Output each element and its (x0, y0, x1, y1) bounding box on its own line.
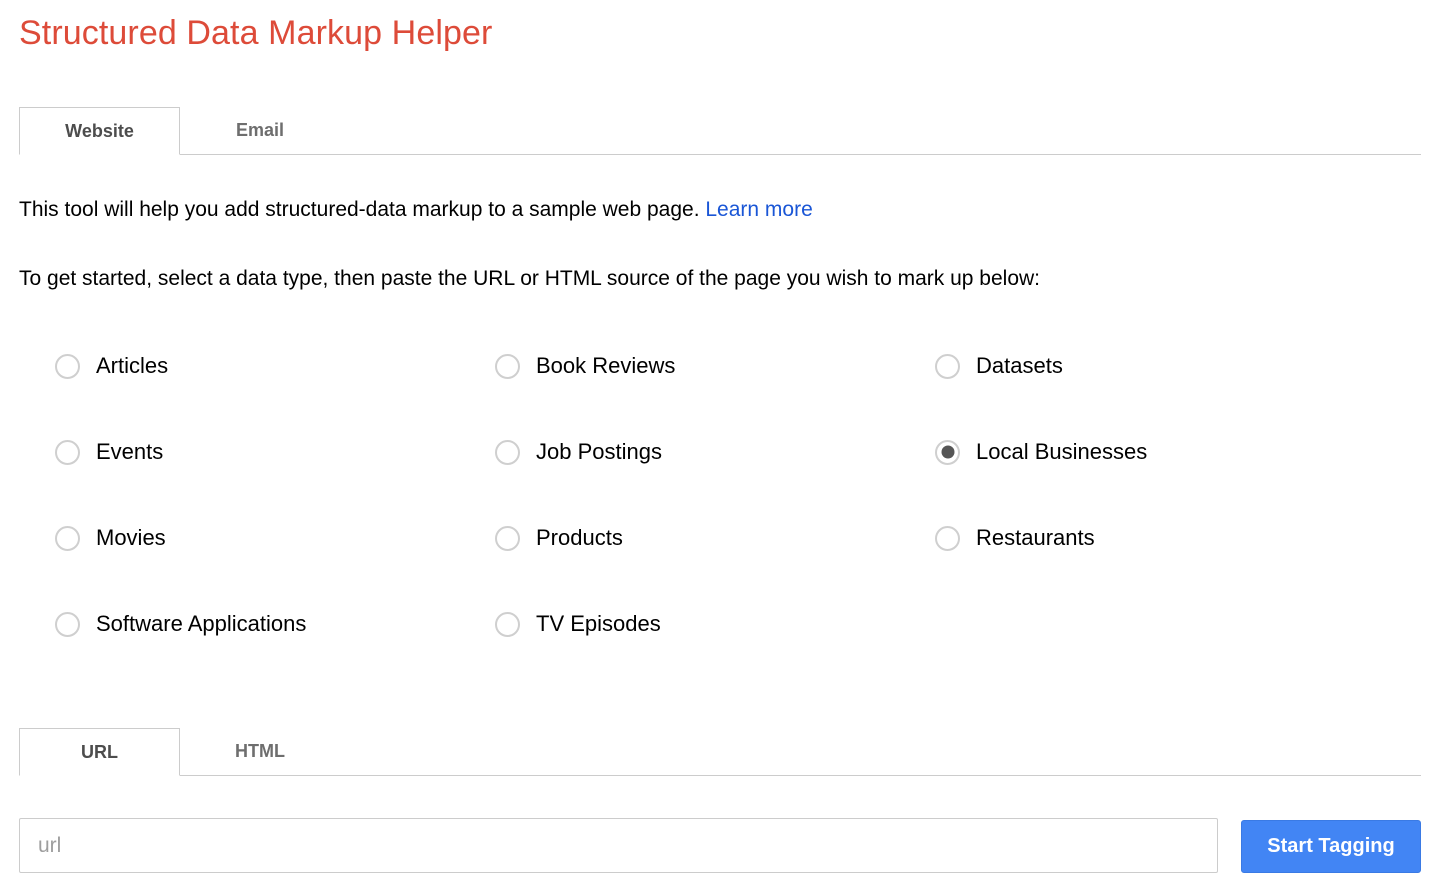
radio-label-book-reviews: Book Reviews (536, 353, 676, 378)
radio-icon-events[interactable] (55, 439, 80, 465)
radio-icon-restaurants[interactable] (935, 525, 960, 551)
radio-icon-book-reviews[interactable] (495, 353, 520, 379)
data-type-row: Movies Products Restaurants (55, 522, 1395, 608)
start-tagging-button[interactable]: Start Tagging (1241, 820, 1421, 873)
radio-label-articles: Articles (96, 353, 169, 378)
radio-label-job-postings: Job Postings (536, 439, 662, 464)
radio-option-datasets[interactable]: Datasets (935, 350, 1063, 382)
radio-icon-job-postings[interactable] (495, 439, 520, 465)
url-input-row: Start Tagging (19, 818, 1421, 874)
radio-option-software-applications[interactable]: Software Applications (55, 608, 306, 640)
radio-icon-articles[interactable] (55, 353, 80, 379)
data-type-row: Events Job Postings Local Businesses (55, 436, 1395, 522)
source-tabstrip: Website Email (19, 107, 1421, 155)
radio-icon-products[interactable] (495, 525, 520, 551)
intro-line-1: This tool will help you add structured-d… (19, 196, 813, 224)
radio-icon-datasets[interactable] (935, 353, 960, 379)
learn-more-link[interactable]: Learn more (705, 198, 812, 221)
radio-label-movies: Movies (96, 525, 166, 550)
radio-icon-tv-episodes[interactable] (495, 611, 520, 637)
radio-icon-movies[interactable] (55, 525, 80, 551)
radio-label-local-businesses: Local Businesses (976, 439, 1148, 464)
input-tabstrip: URL HTML (19, 728, 1421, 776)
radio-option-tv-episodes[interactable]: TV Episodes (495, 608, 661, 640)
radio-option-restaurants[interactable]: Restaurants (935, 522, 1095, 554)
radio-option-articles[interactable]: Articles (55, 350, 168, 382)
radio-label-restaurants: Restaurants (976, 525, 1095, 550)
tab-html[interactable]: HTML (180, 728, 340, 775)
intro-line-2: To get started, select a data type, then… (19, 267, 1040, 290)
radio-label-datasets: Datasets (976, 353, 1063, 378)
radio-option-products[interactable]: Products (495, 522, 623, 554)
tab-email[interactable]: Email (180, 107, 340, 154)
radio-label-events: Events (96, 439, 164, 464)
radio-label-products: Products (536, 525, 623, 550)
radio-option-job-postings[interactable]: Job Postings (495, 436, 662, 468)
data-type-row: Software Applications TV Episodes (55, 608, 1395, 694)
radio-icon-software-applications[interactable] (55, 611, 80, 637)
radio-label-tv-episodes: TV Episodes (536, 611, 661, 636)
page-title: Structured Data Markup Helper (19, 14, 493, 52)
markup-helper-page: Structured Data Markup Helper Website Em… (0, 0, 1440, 896)
data-type-row: Articles Book Reviews Datasets (55, 350, 1395, 436)
url-input[interactable] (19, 818, 1218, 873)
radio-option-local-businesses[interactable]: Local Businesses (935, 436, 1147, 468)
radio-label-software-applications: Software Applications (96, 611, 307, 636)
tab-url[interactable]: URL (19, 728, 180, 776)
intro-line-1-text: This tool will help you add structured-d… (19, 198, 700, 221)
radio-option-movies[interactable]: Movies (55, 522, 166, 554)
radio-icon-local-businesses[interactable] (935, 439, 960, 465)
radio-option-events[interactable]: Events (55, 436, 163, 468)
tab-website[interactable]: Website (19, 107, 180, 155)
radio-option-book-reviews[interactable]: Book Reviews (495, 350, 675, 382)
data-type-radio-group: Articles Book Reviews Datasets Events Jo… (55, 350, 1395, 694)
